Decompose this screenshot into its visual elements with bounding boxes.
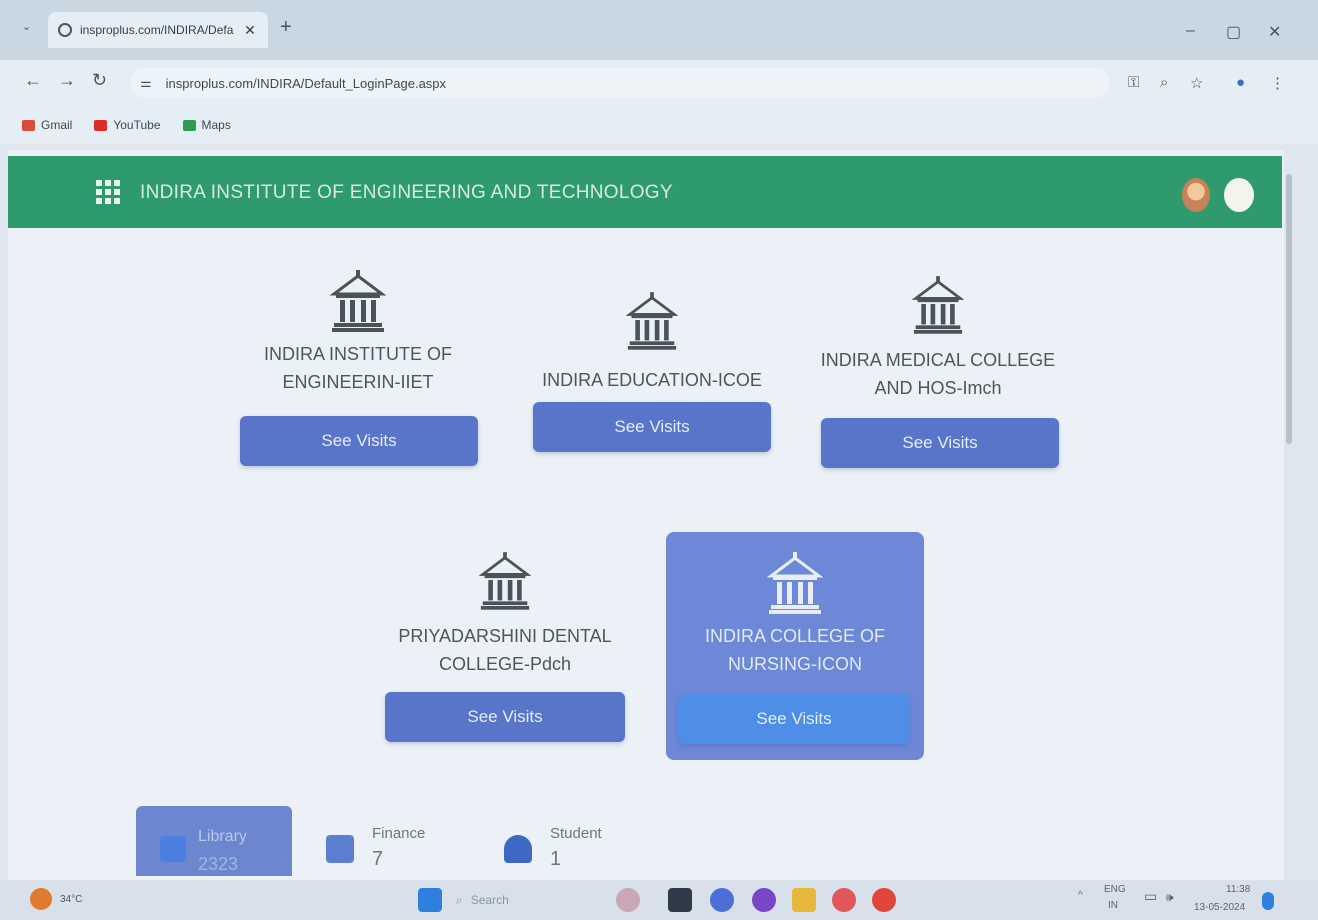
network-icon[interactable]: ▭ (1144, 888, 1157, 905)
institution-logo[interactable] (1224, 178, 1254, 212)
weather-sun-icon (30, 888, 52, 910)
bookmark-label: Maps (201, 118, 231, 132)
see-visits-button[interactable]: See Visits (385, 692, 625, 742)
menu-kebab-icon[interactable]: ⋮ (1270, 74, 1285, 92)
chat-icon[interactable] (710, 888, 734, 912)
institution-name: INDIRA EDUCATION-ICOE (542, 370, 762, 390)
institution-name: INDIRA INSTITUTE OF (263, 344, 452, 364)
stat-label: Library (198, 828, 247, 845)
bookmarks-bar: Gmail YouTube Maps (0, 106, 1318, 144)
institution-name-line2: ENGINEERIN-IIET (282, 372, 434, 392)
scrollbar-thumb[interactable] (1286, 174, 1292, 444)
see-visits-button[interactable]: See Visits (678, 694, 910, 744)
bookmark-label: YouTube (113, 118, 161, 132)
page-scrollbar[interactable] (1284, 150, 1294, 880)
user-avatar[interactable] (1182, 178, 1210, 212)
stat-value: 1 (550, 848, 562, 870)
zoom-icon[interactable]: ⌕ (1160, 74, 1168, 91)
browser-titlebar: ⌄ insproplus.com/INDIRA/Defa ✕ + – ▢ ✕ (0, 0, 1318, 60)
building-icon (330, 270, 386, 332)
start-windows-icon[interactable] (418, 888, 442, 912)
tray-region: IN (1108, 900, 1118, 911)
password-key-icon[interactable]: ⚿ (1128, 74, 1139, 91)
search-icon: ⌕ (456, 892, 463, 907)
gmail-icon (22, 119, 35, 131)
back-button[interactable]: ← (24, 70, 42, 91)
weather-widget[interactable]: 34°C (30, 888, 82, 910)
chrome-icon[interactable] (872, 888, 896, 912)
see-visits-button[interactable]: See Visits (240, 416, 478, 466)
os-taskbar: 34°C ⌕ Search ^ ENG IN ▭ 🕪 11:38 13-05-2… (0, 880, 1318, 920)
see-visits-button[interactable]: See Visits (533, 402, 771, 452)
bookmark-label: Gmail (41, 118, 73, 132)
institution-name-line2: NURSING-ICON (728, 654, 862, 674)
weather-temp: 34°C (60, 893, 83, 905)
maximize-button[interactable]: ▢ (1226, 22, 1241, 42)
stat-finance[interactable]: Finance 7 (326, 805, 425, 875)
institution-card-imch: INDIRA MEDICAL COLLEGE AND HOS-Imch See … (798, 272, 1078, 472)
stat-student[interactable]: Student 1 (504, 805, 602, 875)
browser-toolbar: ← → ↻ ⚌ insproplus.com/INDIRA/Default_Lo… (0, 60, 1318, 106)
stat-library[interactable]: Library 2323 (136, 806, 292, 876)
tray-date: 13-05-2024 (1194, 902, 1246, 913)
copilot-icon[interactable] (752, 888, 776, 912)
address-bar[interactable]: ⚌ insproplus.com/INDIRA/Default_LoginPag… (130, 68, 1110, 98)
library-icon (160, 836, 186, 862)
tab-close-icon[interactable]: ✕ (242, 22, 258, 39)
stat-label: Student (550, 825, 602, 842)
building-icon (626, 292, 678, 350)
widgets-icon[interactable] (616, 888, 640, 912)
notification-icon[interactable] (1262, 892, 1274, 910)
file-explorer-icon[interactable] (792, 888, 816, 912)
stat-value: 2323 (198, 854, 239, 874)
institution-name: PRIYADARSHINI DENTAL (398, 626, 612, 646)
institution-card-icon[interactable]: INDIRA COLLEGE OF NURSING-ICON See Visit… (666, 532, 924, 760)
building-icon (912, 276, 964, 334)
app-header: INDIRA INSTITUTE OF ENGINEERING AND TECH… (8, 156, 1282, 228)
tab-favicon-icon (58, 23, 72, 37)
bookmark-gmail[interactable]: Gmail (22, 118, 72, 132)
institution-name: INDIRA MEDICAL COLLEGE (820, 350, 1056, 370)
stat-value: 7 (372, 848, 384, 870)
maps-icon (182, 119, 196, 131)
browser-tab[interactable]: insproplus.com/INDIRA/Defa ✕ (48, 12, 268, 48)
institution-name-line2: AND HOS-Imch (874, 378, 1002, 398)
tab-title: insproplus.com/INDIRA/Defa (80, 23, 234, 37)
apps-grid-icon[interactable] (96, 180, 120, 204)
tray-chevron-icon[interactable]: ^ (1078, 890, 1083, 901)
building-icon (767, 552, 823, 614)
institution-name-line2: COLLEGE-Pdch (438, 654, 572, 674)
tab-search-dropdown[interactable]: ⌄ (22, 20, 31, 33)
taskbar-search[interactable]: ⌕ Search (456, 888, 576, 912)
institution-card-pdch: PRIYADARSHINI DENTAL COLLEGE-Pdch See Vi… (365, 548, 645, 748)
institution-card-iiet: INDIRA INSTITUTE OF ENGINEERIN-IIET See … (218, 268, 498, 468)
bookmark-maps[interactable]: Maps (182, 118, 231, 132)
close-window-button[interactable]: ✕ (1268, 22, 1281, 42)
student-icon (504, 835, 532, 863)
minimize-button[interactable]: – (1186, 22, 1195, 40)
building-icon (479, 552, 531, 610)
profile-icon[interactable]: ● (1236, 74, 1245, 91)
bookmark-star-icon[interactable]: ☆ (1190, 74, 1203, 92)
bookmark-youtube[interactable]: YouTube (94, 118, 161, 132)
new-tab-button[interactable]: + (280, 16, 292, 39)
app-red-icon[interactable] (832, 888, 856, 912)
site-info-icon[interactable]: ⚌ (140, 75, 152, 91)
institution-card-icoe: INDIRA EDUCATION-ICOE See Visits (512, 288, 792, 458)
tray-time[interactable]: 11:38 (1226, 884, 1250, 895)
reload-button[interactable]: ↻ (92, 70, 107, 91)
search-label: Search (470, 893, 509, 907)
volume-icon[interactable]: 🕪 (1166, 890, 1174, 905)
web-page: INDIRA INSTITUTE OF ENGINEERING AND TECH… (8, 150, 1294, 880)
institution-name: INDIRA COLLEGE OF (704, 626, 886, 646)
forward-button[interactable]: → (58, 70, 76, 91)
address-url: insproplus.com/INDIRA/Default_LoginPage.… (165, 75, 447, 91)
app-title: INDIRA INSTITUTE OF ENGINEERING AND TECH… (140, 182, 673, 203)
finance-icon (326, 835, 354, 863)
stat-label: Finance (372, 825, 426, 842)
see-visits-button[interactable]: See Visits (821, 418, 1059, 468)
youtube-icon (94, 119, 108, 131)
app-l-icon[interactable] (668, 888, 692, 912)
tray-lang[interactable]: ENG (1104, 884, 1126, 895)
